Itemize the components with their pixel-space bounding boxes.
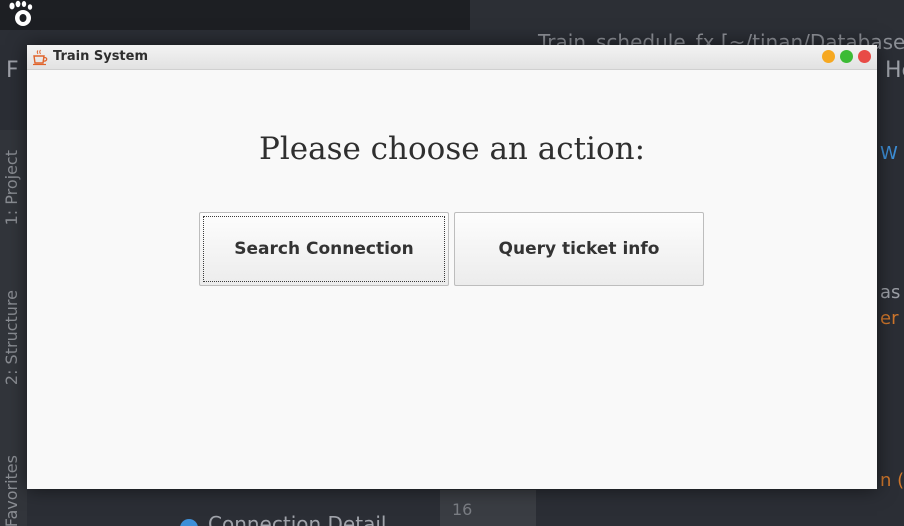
ide-menu-fragment: F [6, 58, 19, 83]
ide-tab-favorites[interactable]: Favorites [2, 455, 21, 526]
desktop-background: Train_schedule_fx [~/tinan/Database_ F H… [0, 0, 904, 526]
action-prompt: Please choose an action: [258, 131, 646, 167]
maximize-button[interactable] [840, 50, 853, 63]
window-titlebar[interactable]: Train System [27, 45, 877, 70]
ide-right-fragment-3: er [880, 308, 899, 329]
ide-menu-help-fragment: He [885, 58, 904, 83]
ide-right-fragment-1: W [880, 143, 898, 164]
train-system-window: Train System Please choose an action: Se… [27, 45, 877, 489]
minimize-button[interactable] [822, 50, 835, 63]
window-title: Train System [53, 49, 149, 64]
ide-right-fragment-2: as [880, 282, 901, 303]
ide-class-icon [180, 519, 198, 526]
close-button[interactable] [858, 50, 871, 63]
ide-header-region [470, 0, 904, 30]
query-ticket-info-button[interactable]: Query ticket info [454, 212, 704, 286]
ide-line-number: 16 [452, 500, 473, 519]
ide-tab-structure[interactable]: 2: Structure [2, 290, 21, 385]
java-cup-icon [33, 49, 48, 66]
ide-tab-project[interactable]: 1: Project [2, 150, 21, 225]
gnome-foot-icon[interactable] [6, 0, 36, 28]
ide-structure-item: Connection Detail [208, 512, 387, 526]
ide-right-fragment-4: n ( [880, 470, 904, 491]
search-connection-button[interactable]: Search Connection [199, 212, 449, 286]
